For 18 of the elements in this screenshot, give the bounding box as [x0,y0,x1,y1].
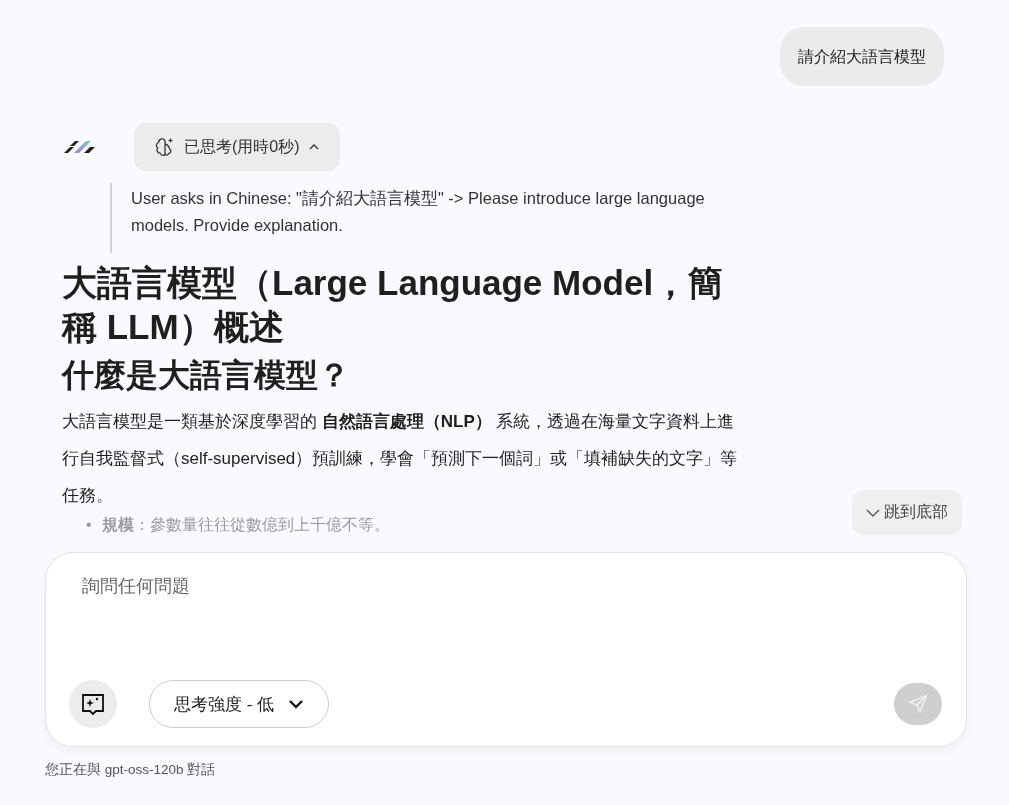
user-message: 請介紹大語言模型 [780,27,944,86]
thinking-toggle[interactable]: 已思考(用時0秒) [134,123,340,171]
brain-sparkle-icon [154,136,176,158]
reasoning-effort-dropdown[interactable]: 思考強度 - 低 [149,680,330,728]
chevron-down-icon [866,507,880,518]
bullet-item: 規模：參數量往往從數億到上千億不等。 [102,515,390,535]
send-icon [907,693,929,715]
jump-to-bottom-button[interactable]: 跳到底部 [852,490,962,535]
answer-subtitle: 什麼是大語言模型？ [62,356,351,395]
answer-paragraph: 大語言模型是一類基於深度學習的 自然語言處理（NLP） 系統，透過在海量文字資料上進行自我監督式（self-supervised）預訓練，學會「預測下一個詞」或「填補缺失的文字」等任務。 [62,411,739,507]
image-button[interactable] [69,680,117,728]
reasoning-text: User asks in Chinese: "請介紹大語言模型" -> Please introduce large language models. Provide explanation. [110,183,751,253]
image-sparkle-icon [80,692,106,716]
message-input[interactable]: 詢問任何問題 [80,575,784,598]
answer-title: 大語言模型（Large Language Model，簡稱 LLM）概述 [62,262,725,348]
chevron-down-icon [288,699,305,709]
model-notice: 您正在與 gpt-oss-120b 對話 [45,761,216,779]
bullet-marker: • [86,515,93,535]
